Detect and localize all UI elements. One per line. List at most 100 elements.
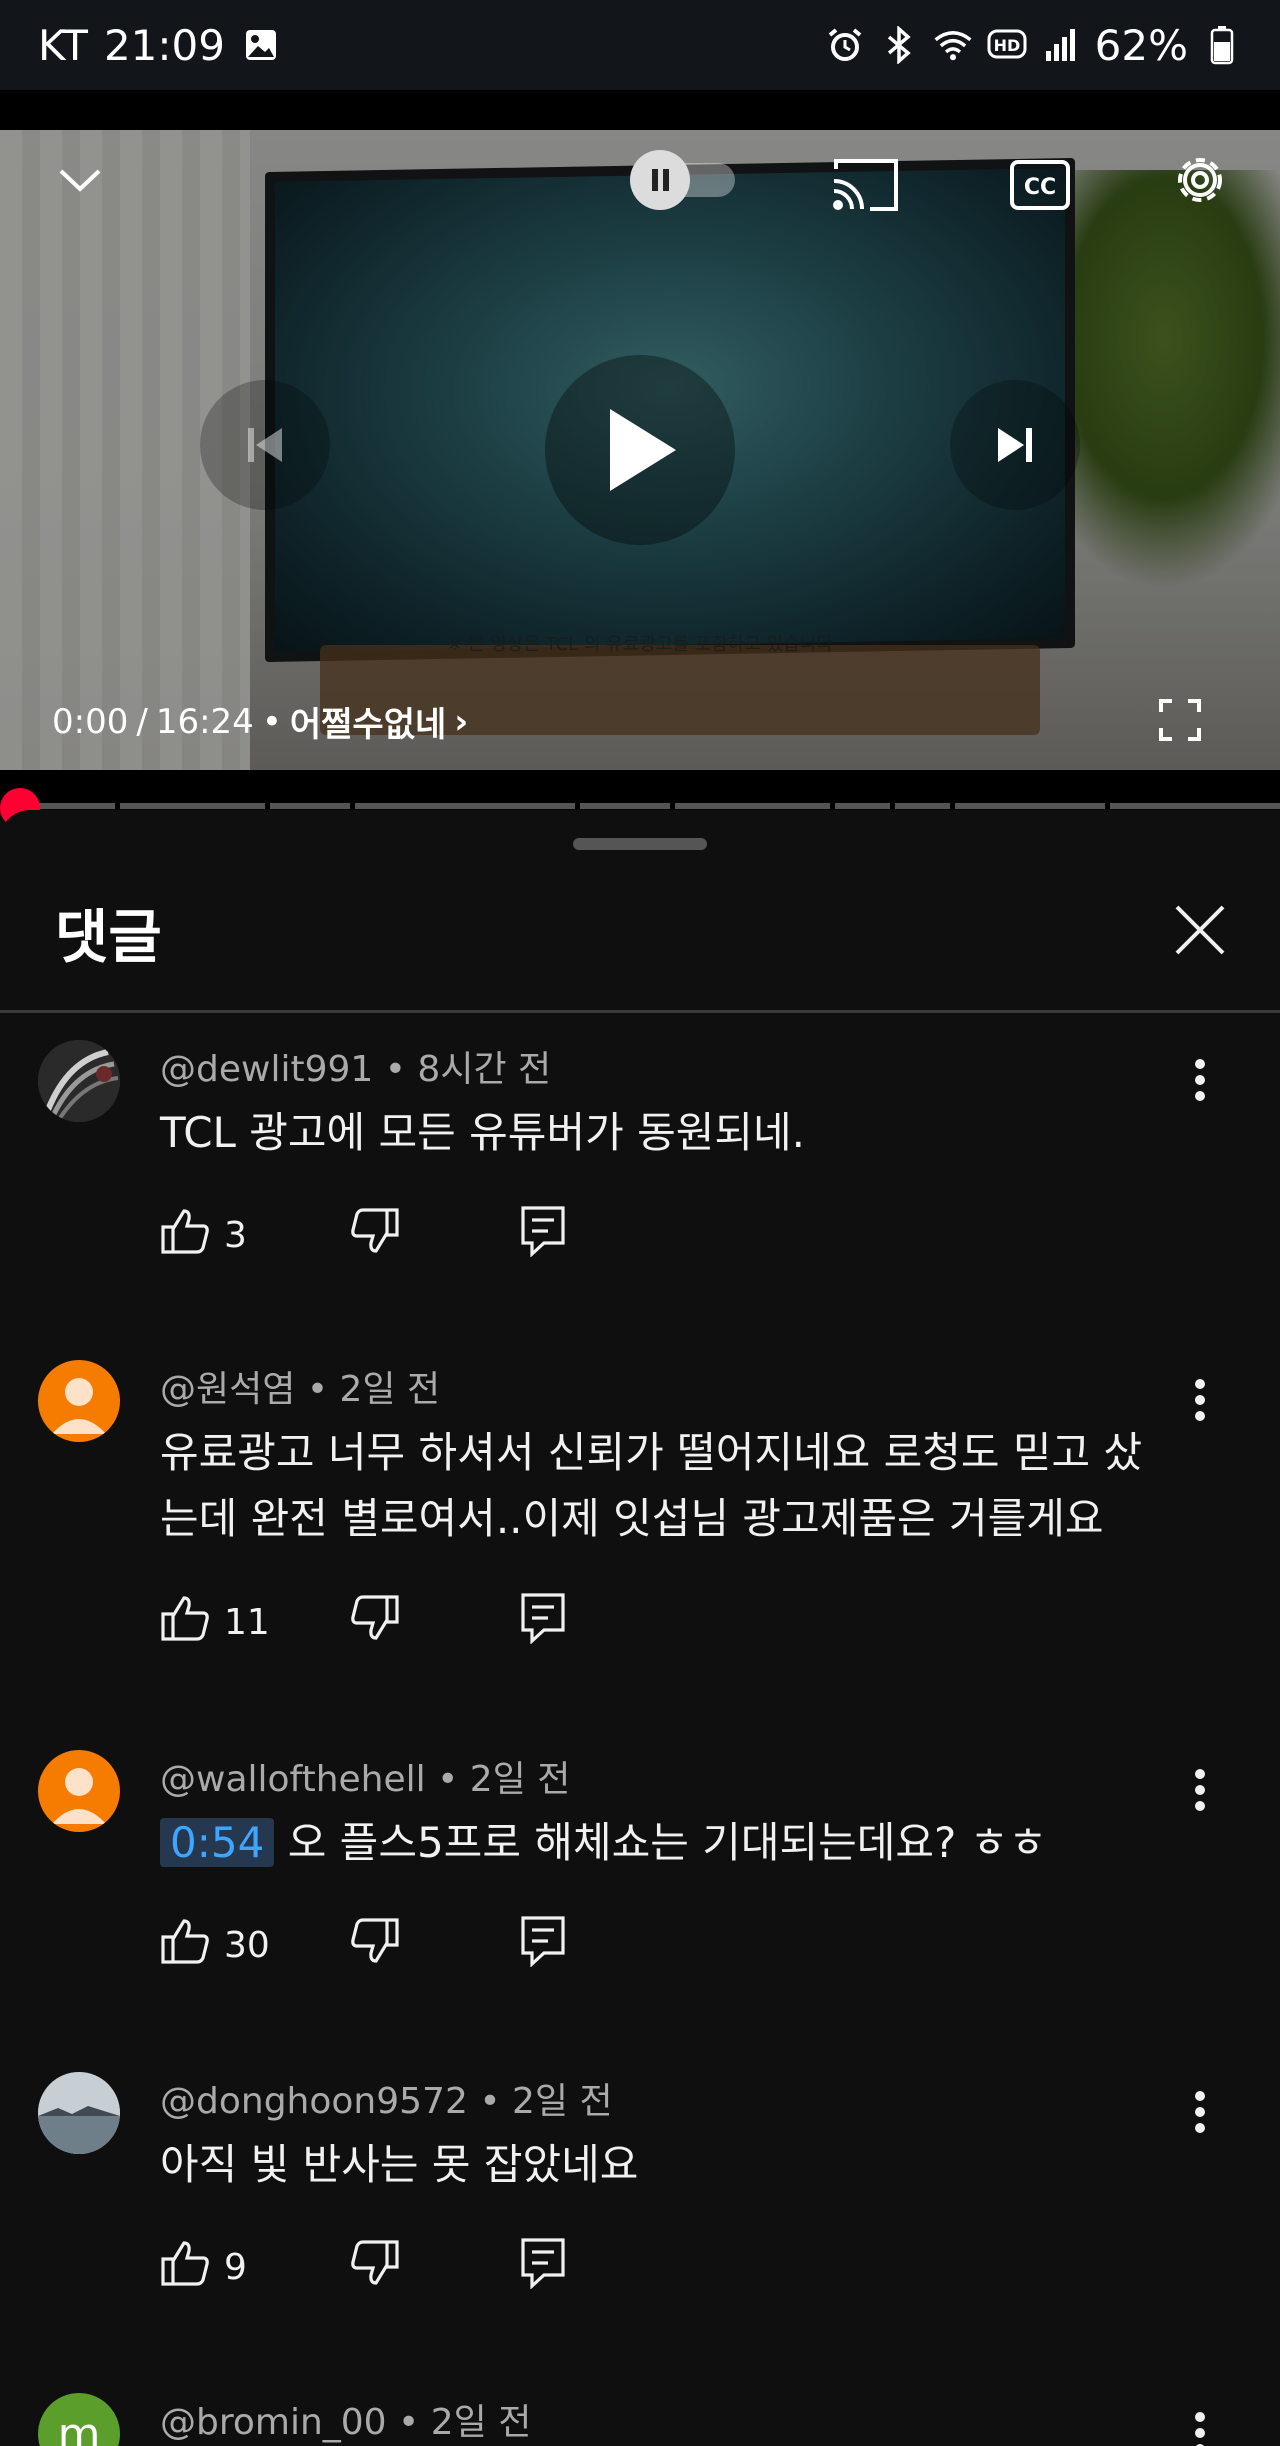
like-button[interactable]: 9 [160,2239,350,2296]
comment-time: 8시간 전 [417,1049,552,1090]
autoplay-toggle[interactable] [625,150,745,210]
more-options-icon[interactable] [1170,2082,1230,2142]
thumbs-up-icon [160,1207,210,1264]
reply-comment-icon [520,1592,566,1653]
thumbs-down-icon [350,1594,400,1651]
gallery-icon [241,25,281,65]
panel-divider [0,1010,1280,1013]
comment-time: 2일 전 [339,1369,441,1410]
comment-author[interactable]: @원석염 [160,1369,295,1410]
more-options-icon[interactable] [1170,1050,1230,1110]
chapter-chevron-icon[interactable]: › [454,702,468,742]
wifi-icon [933,25,973,65]
comment-meta: @wallofthehell • 2일 전 [160,1750,570,1802]
minimize-chevron-icon[interactable] [50,150,110,210]
settings-gear-icon[interactable] [1165,145,1235,215]
previous-video-icon[interactable] [200,380,330,510]
chapter-dot: • [261,701,282,742]
svg-text:HD: HD [993,36,1020,55]
chapter-title-button[interactable]: 어쩔수없네 [290,697,446,746]
comment-time: 2일 전 [469,1759,571,1800]
cast-icon[interactable] [830,150,900,220]
captions-icon[interactable]: CC [1005,150,1075,220]
battery-icon [1202,25,1242,65]
svg-text:CC: CC [1024,175,1056,200]
seek-track[interactable] [20,803,1280,809]
carrier-label: KT [38,20,88,70]
alarm-icon [825,25,865,65]
meta-dot: • [306,1369,340,1410]
meta-dot: • [437,1759,470,1800]
more-options-icon[interactable] [1170,2403,1230,2446]
avatar-letter: m [57,2408,101,2446]
panel-title: 댓글 [55,903,162,971]
current-time: 0:00 [52,701,129,742]
comment-author[interactable]: @bromin_00 [160,2402,387,2443]
reply-button[interactable] [520,1205,566,1266]
bluetooth-icon [879,25,919,65]
reply-button[interactable] [520,1915,566,1976]
comment-text: TCL 광고에 모든 유튜버가 동원되네. [160,1108,805,1157]
next-video-icon[interactable] [950,380,1080,510]
like-button[interactable]: 11 [160,1594,350,1651]
comment-meta: @bromin_00 • 2일 전 [160,2393,531,2445]
comment-actions: 9 [160,2237,566,2298]
comment-author[interactable]: @wallofthehell [160,1759,426,1800]
avatar[interactable] [38,1040,120,1122]
comment-author[interactable]: @donghoon9572 [160,2081,468,2122]
thumbs-up-icon [160,1917,210,1974]
comments-panel: 댓글 @dewlit991 • 8시간 전 TCL 광고에 모든 유튜버가 동원… [0,810,1280,2446]
timestamp-link[interactable]: 0:54 [160,1818,275,1867]
comment-text: 아직 빛 반사는 못 잡았네요 [160,2140,639,2189]
dislike-button[interactable] [350,2239,520,2296]
close-icon[interactable] [1165,895,1235,965]
reply-button[interactable] [520,1592,566,1653]
thumbs-up-icon [160,2239,210,2296]
clock: 21:09 [103,20,225,70]
status-divider-band [0,90,1280,130]
status-bar: KT 21:09 HD 62% [0,0,1280,90]
more-options-icon[interactable] [1170,1370,1230,1430]
dislike-button[interactable] [350,1594,520,1651]
reply-comment-icon [520,1205,566,1266]
comment-text: 0:54 오 플스5프로 해체쇼는 기대되는데요? ㅎㅎ [160,1810,1160,1876]
meta-dot: • [479,2081,512,2122]
drag-handle[interactable] [573,838,707,850]
thumbs-down-icon [350,1917,400,1974]
seek-bar[interactable] [0,770,1280,828]
like-count: 11 [224,1602,270,1643]
time-separator: / [136,701,148,742]
comment-actions: 30 [160,1915,566,1976]
reply-button[interactable] [520,2237,566,2298]
video-player[interactable]: ※ 본 영상은 TCL 의 유료광고를 포함하고 있습니다 CC 0:00 / … [0,130,1280,770]
comment-time: 2일 전 [512,2081,613,2122]
signal-icon [1041,25,1081,65]
dislike-button[interactable] [350,1917,520,1974]
like-button[interactable]: 3 [160,1207,350,1264]
thumbs-down-icon [350,1207,400,1264]
duration: 16:24 [155,701,254,742]
comment-actions: 3 [160,1205,566,1266]
comment-meta: @원석염 • 2일 전 [160,1360,440,1412]
avatar[interactable] [38,2072,120,2154]
like-count: 30 [224,1925,270,1966]
avatar[interactable] [38,1750,120,1832]
reply-comment-icon [520,1915,566,1976]
thumbs-down-icon [350,2239,400,2296]
comment-time: 2일 전 [430,2402,532,2443]
dislike-button[interactable] [350,1207,520,1264]
like-button[interactable]: 30 [160,1917,350,1974]
comment-author[interactable]: @dewlit991 [160,1049,373,1090]
avatar[interactable] [38,1360,120,1442]
fullscreen-icon[interactable] [1150,690,1210,750]
meta-dot: • [384,1049,418,1090]
play-icon[interactable] [545,355,735,545]
more-options-icon[interactable] [1170,1760,1230,1820]
comment-meta: @dewlit991 • 8시간 전 [160,1040,551,1092]
comment-meta: @donghoon9572 • 2일 전 [160,2072,613,2124]
battery-percent: 62% [1094,20,1188,70]
like-count: 9 [224,2247,247,2288]
time-display: 0:00 / 16:24 • 어쩔수없네 › [52,697,468,746]
avatar[interactable]: m [38,2393,120,2446]
thumbs-up-icon [160,1594,210,1651]
